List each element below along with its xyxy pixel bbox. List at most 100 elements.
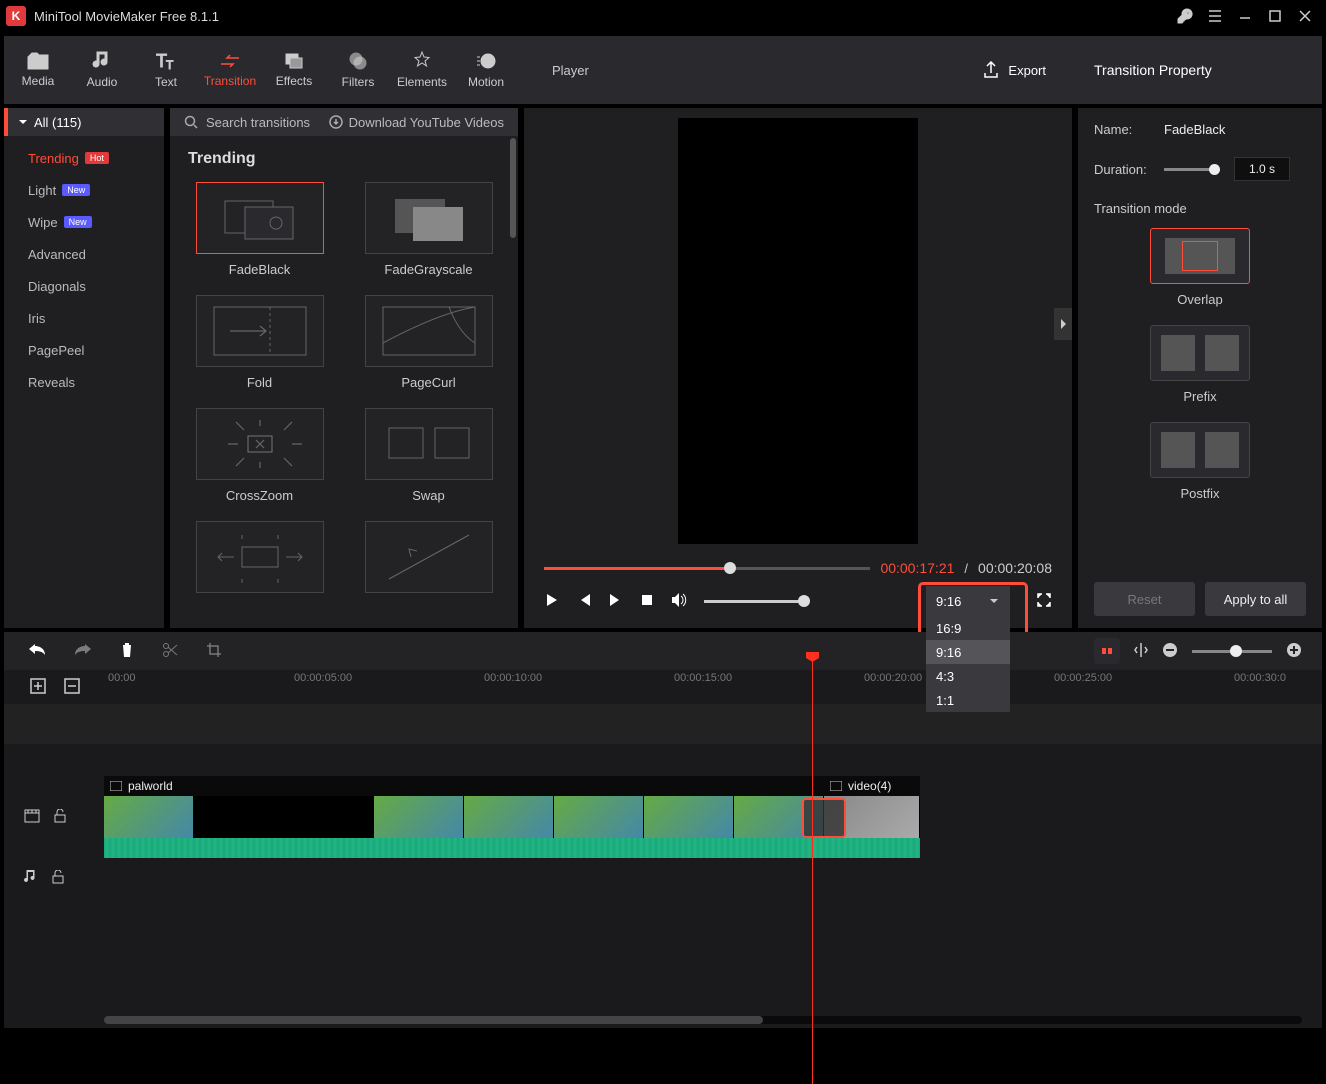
transition-fadeblack[interactable]: FadeBlack bbox=[188, 182, 331, 277]
transition-more1[interactable] bbox=[188, 521, 331, 593]
lock-icon[interactable] bbox=[54, 809, 66, 826]
download-link[interactable]: Download YouTube Videos bbox=[329, 115, 504, 130]
transitions-panel: Search transitions Download YouTube Vide… bbox=[170, 108, 518, 628]
stop-button[interactable] bbox=[640, 593, 654, 610]
tab-transition[interactable]: Transition bbox=[198, 42, 262, 98]
hamburger-icon[interactable] bbox=[1200, 1, 1230, 31]
time-current: 00:00:17:21 bbox=[880, 560, 954, 576]
tab-media[interactable]: Media bbox=[6, 42, 70, 98]
cat-trending[interactable]: TrendingHot bbox=[4, 142, 164, 174]
transition-crosszoom[interactable]: CrossZoom bbox=[188, 408, 331, 503]
category-all[interactable]: All (115) bbox=[4, 108, 164, 136]
volume-slider[interactable] bbox=[704, 600, 804, 603]
tab-filters[interactable]: Filters bbox=[326, 42, 390, 98]
preview-area bbox=[524, 108, 1072, 554]
transition-fold[interactable]: Fold bbox=[188, 295, 331, 390]
cat-pagepeel[interactable]: PagePeel bbox=[4, 334, 164, 366]
tab-effects[interactable]: Effects bbox=[262, 42, 326, 98]
app-logo: K bbox=[6, 6, 26, 26]
next-button[interactable] bbox=[608, 592, 624, 611]
export-button[interactable]: Export bbox=[982, 61, 1046, 79]
maximize-button[interactable] bbox=[1260, 1, 1290, 31]
transition-fadegrayscale[interactable]: FadeGrayscale bbox=[357, 182, 500, 277]
video-track-icon bbox=[24, 809, 40, 826]
aspect-dropdown[interactable]: 9:16 bbox=[926, 586, 1010, 616]
svg-text:T: T bbox=[166, 58, 174, 71]
player-label: Player bbox=[552, 63, 589, 78]
zoom-in-button[interactable] bbox=[1286, 642, 1302, 661]
clip-palworld[interactable]: palworld bbox=[104, 776, 824, 858]
minimize-button[interactable] bbox=[1230, 1, 1260, 31]
key-icon[interactable] bbox=[1170, 1, 1200, 31]
volume-icon[interactable] bbox=[670, 592, 688, 611]
titlebar: K MiniTool MovieMaker Free 8.1.1 bbox=[0, 0, 1326, 32]
timeline-ruler[interactable]: 00:00 00:00:05:00 00:00:10:00 00:00:15:0… bbox=[4, 670, 1322, 704]
transition-more2[interactable] bbox=[357, 521, 500, 593]
aspect-opt-1-1[interactable]: 1:1 bbox=[926, 688, 1010, 712]
play-button[interactable] bbox=[544, 592, 560, 611]
main-tabs: Media Audio TTText Transition Effects Fi… bbox=[4, 36, 520, 104]
delete-button[interactable] bbox=[120, 642, 134, 661]
timeline: 00:00 00:00:05:00 00:00:10:00 00:00:15:0… bbox=[4, 632, 1322, 1028]
duration-label: Duration: bbox=[1094, 162, 1164, 177]
transition-chip[interactable] bbox=[802, 798, 846, 838]
aspect-dropdown-menu: 16:9 9:16 4:3 1:1 bbox=[926, 616, 1010, 712]
time-sep: / bbox=[964, 561, 968, 576]
tab-motion[interactable]: Motion bbox=[454, 42, 518, 98]
search-transitions[interactable]: Search transitions bbox=[184, 115, 310, 130]
preview-stage bbox=[678, 118, 918, 544]
zoom-out-button[interactable] bbox=[1162, 642, 1178, 661]
split-button[interactable] bbox=[162, 642, 178, 661]
player-header: Player Export bbox=[532, 36, 1066, 104]
aspect-opt-4-3[interactable]: 4:3 bbox=[926, 664, 1010, 688]
category-sidebar: All (115) TrendingHot LightNew WipeNew A… bbox=[4, 108, 164, 628]
fit-button[interactable] bbox=[1134, 642, 1148, 661]
mode-postfix[interactable]: Postfix bbox=[1094, 422, 1306, 501]
cat-reveals[interactable]: Reveals bbox=[4, 366, 164, 398]
remove-track-button[interactable] bbox=[64, 678, 80, 697]
scrollbar[interactable] bbox=[510, 138, 516, 238]
mode-prefix[interactable]: Prefix bbox=[1094, 325, 1306, 404]
aspect-opt-9-16[interactable]: 9:16 bbox=[926, 640, 1010, 664]
cat-diagonals[interactable]: Diagonals bbox=[4, 270, 164, 302]
progress-bar[interactable] bbox=[544, 567, 870, 570]
duration-value[interactable]: 1.0 s bbox=[1234, 157, 1290, 181]
close-button[interactable] bbox=[1290, 1, 1320, 31]
aspect-opt-16-9[interactable]: 16:9 bbox=[926, 616, 1010, 640]
cat-wipe[interactable]: WipeNew bbox=[4, 206, 164, 238]
svg-text:T: T bbox=[156, 51, 167, 71]
undo-button[interactable] bbox=[28, 642, 46, 661]
redo-button[interactable] bbox=[74, 642, 92, 661]
snap-button[interactable] bbox=[1094, 638, 1120, 664]
mode-overlap[interactable]: Overlap bbox=[1094, 228, 1306, 307]
transition-pagecurl[interactable]: PageCurl bbox=[357, 295, 500, 390]
collapse-panel-button[interactable] bbox=[1054, 308, 1072, 340]
mode-label: Transition mode bbox=[1094, 201, 1306, 216]
reset-button[interactable]: Reset bbox=[1094, 582, 1195, 616]
name-label: Name: bbox=[1094, 122, 1164, 137]
audio-track-icon bbox=[24, 870, 38, 887]
fullscreen-button[interactable] bbox=[1036, 592, 1052, 611]
player-panel: 00:00:17:21 / 00:00:20:08 9:16 bbox=[524, 108, 1072, 628]
tab-audio[interactable]: Audio bbox=[70, 42, 134, 98]
add-track-button[interactable] bbox=[30, 678, 46, 697]
transition-swap[interactable]: Swap bbox=[357, 408, 500, 503]
cat-iris[interactable]: Iris bbox=[4, 302, 164, 334]
duration-slider[interactable] bbox=[1164, 168, 1214, 171]
lock-icon[interactable] bbox=[52, 870, 64, 887]
name-value: FadeBlack bbox=[1164, 122, 1225, 137]
playhead[interactable] bbox=[812, 652, 813, 1084]
prev-button[interactable] bbox=[576, 592, 592, 611]
properties-panel: Name: FadeBlack Duration: 1.0 s Transiti… bbox=[1078, 108, 1322, 628]
tab-text[interactable]: TTText bbox=[134, 42, 198, 98]
crop-button[interactable] bbox=[206, 642, 222, 661]
zoom-slider[interactable] bbox=[1192, 650, 1272, 653]
cat-advanced[interactable]: Advanced bbox=[4, 238, 164, 270]
cat-light[interactable]: LightNew bbox=[4, 174, 164, 206]
apply-all-button[interactable]: Apply to all bbox=[1205, 582, 1306, 616]
app-title: MiniTool MovieMaker Free 8.1.1 bbox=[34, 9, 219, 24]
tab-elements[interactable]: Elements bbox=[390, 42, 454, 98]
property-header: Transition Property bbox=[1078, 36, 1322, 104]
grid-heading: Trending bbox=[188, 150, 500, 168]
timeline-scrollbar[interactable] bbox=[104, 1016, 1302, 1024]
